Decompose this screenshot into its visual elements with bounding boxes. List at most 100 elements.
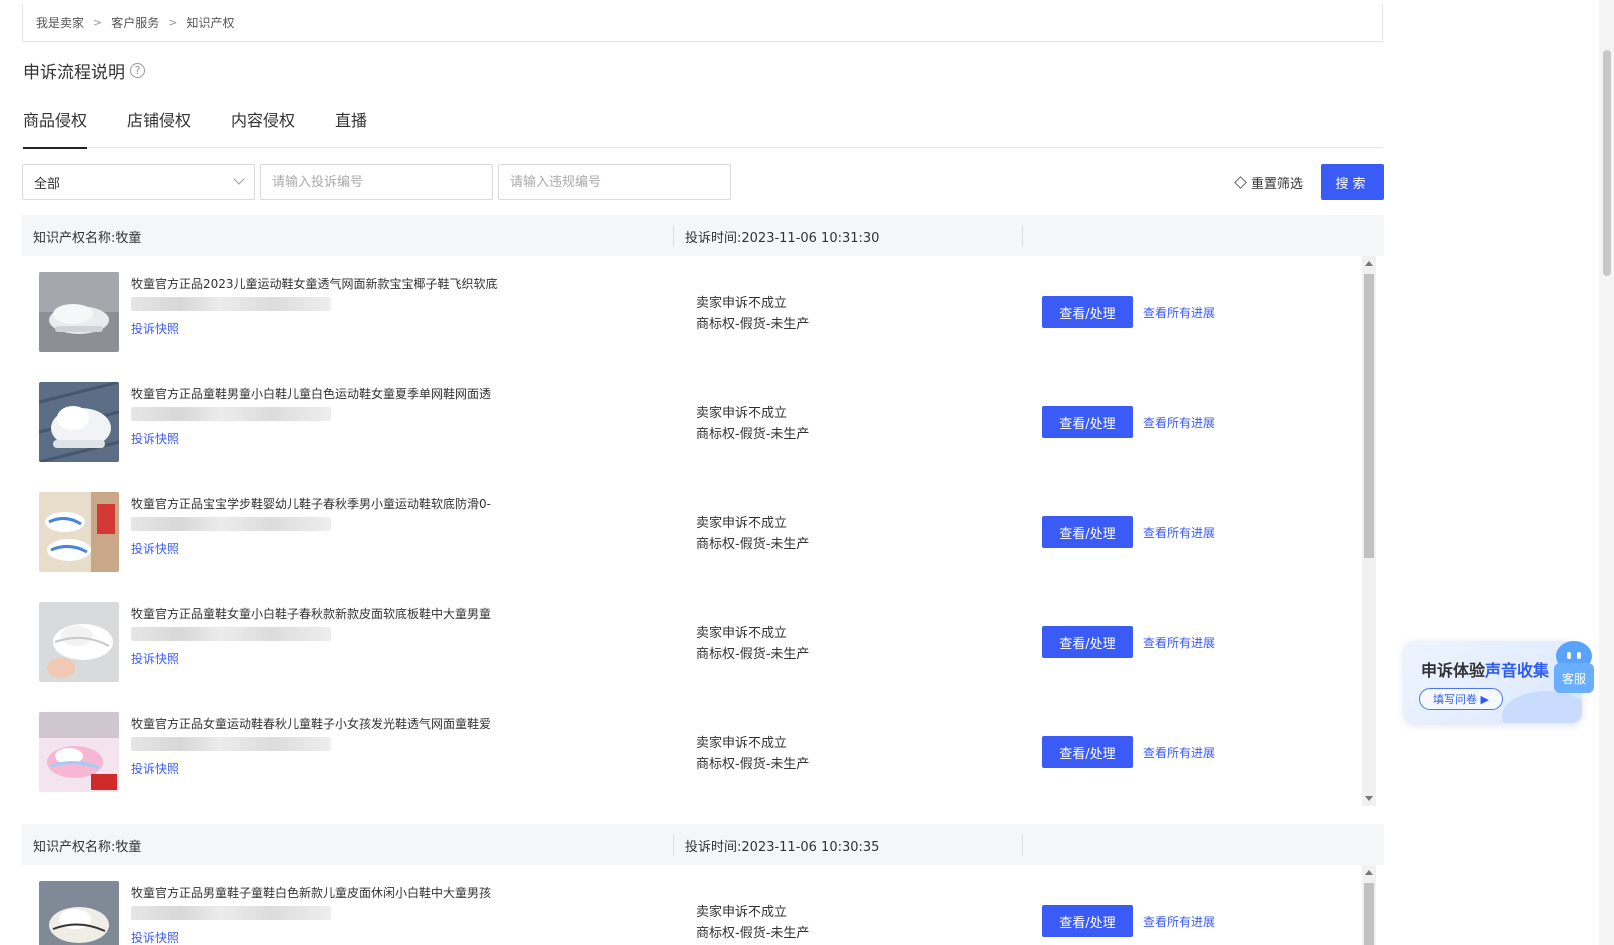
filter-bar: 全部 重置筛选 搜索 (22, 164, 1384, 200)
survey-title-highlight: 声音收集 (1485, 661, 1550, 680)
tab-shop-infringement[interactable]: 店铺侵权 (127, 106, 191, 148)
view-handle-button[interactable]: 查看/处理 (1042, 406, 1133, 438)
product-image[interactable] (39, 272, 119, 352)
product-image[interactable] (39, 712, 119, 792)
table-row: 牧童官方正品女童运动鞋春秋儿童鞋子小女孩发光鞋透气网面童鞋爱 投诉快照 卖家申诉… (22, 696, 1362, 808)
reset-filter-label: 重置筛选 (1251, 176, 1304, 192)
complaint-group-header: 知识产权名称:牧童 投诉时间:2023-11-06 10:31:30 (22, 215, 1384, 256)
view-all-progress-link[interactable]: 查看所有进展 (1143, 744, 1215, 761)
scroll-up-icon[interactable] (1365, 870, 1373, 875)
product-image[interactable] (39, 382, 119, 462)
search-button[interactable]: 搜索 (1321, 164, 1384, 200)
complaint-group-body: 牧童官方正品男童鞋子童鞋白色新款儿童皮面休闲小白鞋中大童男孩 投诉快照 卖家申诉… (22, 865, 1384, 945)
page-scrollbar-thumb[interactable] (1603, 50, 1611, 276)
status-result: 卖家申诉不成立 (696, 626, 788, 641)
complaint-status: 卖家申诉不成立 商标权-假货-未生产 (696, 902, 809, 944)
status-result: 卖家申诉不成立 (696, 905, 788, 920)
view-handle-button[interactable]: 查看/处理 (1042, 296, 1133, 328)
violation-number-input[interactable] (498, 164, 731, 200)
breadcrumb-separator-icon: > (168, 16, 178, 29)
product-title: 牧童官方正品童鞋女童小白鞋子春秋款新款皮面软底板鞋中大童男童 (131, 607, 492, 621)
robot-eye (1577, 652, 1581, 659)
tab-content-infringement[interactable]: 内容侵权 (231, 106, 295, 148)
view-handle-button[interactable]: 查看/处理 (1042, 516, 1133, 548)
complaint-number-input[interactable] (260, 164, 493, 200)
view-all-progress-link[interactable]: 查看所有进展 (1143, 304, 1215, 321)
eraser-icon (1234, 175, 1247, 189)
complaint-snapshot-link[interactable]: 投诉快照 (131, 320, 179, 337)
tab-product-infringement[interactable]: 商品侵权 (23, 106, 88, 149)
complaint-status: 卖家申诉不成立 商标权-假货-未生产 (696, 403, 809, 445)
complaint-snapshot-link[interactable]: 投诉快照 (131, 430, 179, 447)
complaint-group-header: 知识产权名称:牧童 投诉时间:2023-11-06 10:30:35 (22, 824, 1384, 865)
survey-title-plain: 申诉体验 (1421, 661, 1486, 680)
status-select[interactable]: 全部 (22, 164, 255, 200)
status-reason: 商标权-假货-未生产 (696, 537, 810, 552)
table-row: 牧童官方正品男童鞋子童鞋白色新款儿童皮面休闲小白鞋中大童男孩 投诉快照 卖家申诉… (22, 865, 1362, 945)
status-result: 卖家申诉不成立 (696, 516, 788, 531)
scrollbar-thumb[interactable] (1364, 883, 1374, 945)
view-all-progress-link[interactable]: 查看所有进展 (1143, 913, 1215, 930)
product-title: 牧童官方正品童鞋男童小白鞋儿童白色运动鞋女童夏季单网鞋网面透 (131, 387, 492, 401)
complaint-status: 卖家申诉不成立 商标权-假货-未生产 (696, 513, 809, 555)
breadcrumb-item-seller[interactable]: 我是卖家 (36, 14, 84, 31)
breadcrumb-item-ip: 知识产权 (186, 16, 235, 30)
blurred-info (131, 407, 331, 421)
complaint-snapshot-link[interactable]: 投诉快照 (131, 540, 179, 557)
view-handle-button[interactable]: 查看/处理 (1042, 905, 1133, 937)
product-title: 牧童官方正品女童运动鞋春秋儿童鞋子小女孩发光鞋透气网面童鞋爱 (131, 717, 492, 731)
customer-service-button[interactable]: 客服 (1554, 641, 1594, 696)
page-scrollbar[interactable] (1599, 0, 1614, 945)
complaint-status: 卖家申诉不成立 商标权-假货-未生产 (696, 293, 809, 335)
breadcrumb: 我是卖家 > 客户服务 > 知识产权 (22, 4, 1383, 42)
reset-filter-button[interactable]: 重置筛选 (1234, 164, 1304, 200)
blurred-info (131, 906, 331, 920)
status-reason: 商标权-假货-未生产 (696, 647, 810, 662)
blurred-info (131, 517, 331, 531)
scrollbar-thumb[interactable] (1364, 274, 1374, 558)
status-reason: 商标权-假货-未生产 (696, 427, 810, 442)
complaint-status: 卖家申诉不成立 商标权-假货-未生产 (696, 623, 809, 665)
blurred-info (131, 737, 331, 751)
complaint-snapshot-link[interactable]: 投诉快照 (131, 760, 179, 777)
view-all-progress-link[interactable]: 查看所有进展 (1143, 414, 1215, 431)
blurred-info (131, 627, 331, 641)
group-scrollbar[interactable] (1362, 256, 1376, 806)
table-row: 牧童官方正品童鞋女童小白鞋子春秋款新款皮面软底板鞋中大童男童 投诉快照 卖家申诉… (22, 586, 1362, 698)
tab-bar: 商品侵权 店铺侵权 内容侵权 直播 (23, 106, 1383, 149)
view-all-progress-link[interactable]: 查看所有进展 (1143, 524, 1215, 541)
product-image[interactable] (39, 881, 119, 945)
product-image[interactable] (39, 492, 119, 572)
status-result: 卖家申诉不成立 (696, 296, 788, 311)
breadcrumb-item-customer-service[interactable]: 客户服务 (111, 14, 159, 31)
view-all-progress-link[interactable]: 查看所有进展 (1143, 634, 1215, 651)
status-reason: 商标权-假货-未生产 (696, 317, 810, 332)
divider (673, 834, 674, 856)
product-title: 牧童官方正品2023儿童运动鞋女童透气网面新款宝宝椰子鞋飞织软底 (131, 277, 498, 291)
complaint-snapshot-link[interactable]: 投诉快照 (131, 929, 179, 945)
view-handle-button[interactable]: 查看/处理 (1042, 736, 1133, 768)
page-title: 申诉流程说明 (23, 63, 125, 83)
product-title: 牧童官方正品宝宝学步鞋婴幼儿鞋子春秋季男小童运动鞋软底防滑0- (131, 497, 491, 511)
page-title-row: 申诉流程说明 ? (23, 58, 145, 83)
complaint-snapshot-link[interactable]: 投诉快照 (131, 650, 179, 667)
complaint-status: 卖家申诉不成立 商标权-假货-未生产 (696, 733, 809, 775)
scroll-up-icon[interactable] (1365, 261, 1373, 266)
tab-live-stream[interactable]: 直播 (335, 106, 367, 148)
status-result: 卖家申诉不成立 (696, 406, 788, 421)
customer-service-label: 客服 (1554, 663, 1594, 693)
fill-survey-button[interactable]: 填写问卷 ▶ (1419, 688, 1503, 710)
help-icon[interactable]: ? (130, 63, 145, 78)
ip-name: 知识产权名称:牧童 (33, 231, 142, 246)
product-image[interactable] (39, 602, 119, 682)
divider (673, 225, 674, 247)
view-handle-button[interactable]: 查看/处理 (1042, 626, 1133, 658)
table-row: 牧童官方正品宝宝学步鞋婴幼儿鞋子春秋季男小童运动鞋软底防滑0- 投诉快照 卖家申… (22, 476, 1362, 588)
robot-eye (1567, 652, 1571, 659)
table-row: 牧童官方正品童鞋男童小白鞋儿童白色运动鞋女童夏季单网鞋网面透 投诉快照 卖家申诉… (22, 366, 1362, 478)
group-scrollbar[interactable] (1362, 865, 1376, 945)
status-select-value: 全部 (34, 176, 61, 192)
table-row: 牧童官方正品2023儿童运动鞋女童透气网面新款宝宝椰子鞋飞织软底 投诉快照 卖家… (22, 256, 1362, 368)
scroll-down-icon[interactable] (1365, 796, 1373, 801)
ip-name: 知识产权名称:牧童 (33, 840, 142, 855)
